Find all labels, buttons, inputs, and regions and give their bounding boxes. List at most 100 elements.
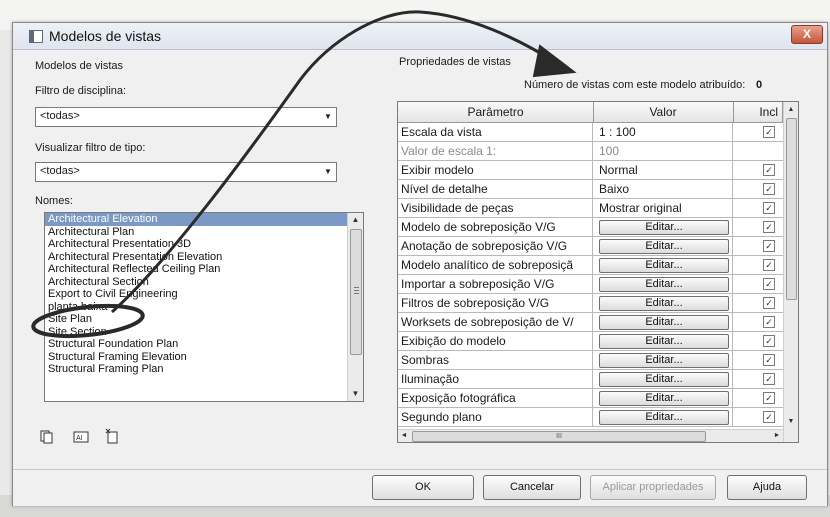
edit-button[interactable]: Editar... [599,410,729,425]
list-item[interactable]: planta baixa [45,301,363,314]
edit-button[interactable]: Editar... [599,372,729,387]
table-row: Exposição fotográfica Editar... ✓ [398,389,784,408]
include-cell: ✓ [733,351,784,369]
type-filter-label: Visualizar filtro de tipo: [35,142,146,154]
list-item[interactable]: Structural Framing Elevation [45,351,363,364]
table-hscrollbar[interactable]: ◄ III ► [398,429,783,442]
view-count-value: 0 [756,79,763,91]
scroll-down-icon[interactable]: ▼ [348,387,363,401]
table-row: Filtros de sobreposição V/G Editar... ✓ [398,294,784,313]
table-vscrollbar[interactable]: ▲ ▼ [783,102,798,442]
include-checkbox[interactable]: ✓ [763,297,775,309]
param-value[interactable]: Normal [593,161,733,179]
help-button[interactable]: Ajuda [727,475,807,500]
include-cell [733,142,784,160]
scroll-left-icon[interactable]: ◄ [398,430,410,442]
scroll-down-icon[interactable]: ▼ [784,416,798,428]
param-value[interactable]: 1 : 100 [593,123,733,141]
discipline-filter-select[interactable]: <todas> ▼ [35,107,337,127]
include-cell: ✓ [733,123,784,141]
rename-icon[interactable]: AI [73,430,89,444]
include-checkbox[interactable]: ✓ [763,354,775,366]
header-param: Parâmetro [398,102,594,122]
include-checkbox[interactable]: ✓ [763,335,775,347]
include-cell: ✓ [733,370,784,388]
include-checkbox[interactable]: ✓ [763,259,775,271]
list-item[interactable]: Architectural Elevation [45,213,363,226]
chevron-down-icon: ▼ [324,112,332,121]
table-scroll-thumb[interactable] [786,118,797,300]
include-checkbox[interactable]: ✓ [763,126,775,138]
param-value[interactable]: Baixo [593,180,733,198]
edit-button[interactable]: Editar... [599,353,729,368]
param-value: Editar... [593,275,733,293]
include-checkbox[interactable]: ✓ [763,278,775,290]
list-item[interactable]: Architectural Reflected Ceiling Plan [45,263,363,276]
list-item[interactable]: Export to Civil Engineering [45,288,363,301]
edit-button[interactable]: Editar... [599,391,729,406]
param-value[interactable]: 100 [593,142,733,160]
scroll-thumb[interactable] [350,229,362,355]
param-name: Segundo plano [398,408,593,426]
include-checkbox[interactable]: ✓ [763,202,775,214]
include-cell: ✓ [733,180,784,198]
list-item[interactable]: Structural Foundation Plan [45,338,363,351]
list-item[interactable]: Structural Framing Plan [45,363,363,376]
include-checkbox[interactable]: ✓ [763,221,775,233]
scroll-right-icon[interactable]: ► [771,430,783,442]
list-item[interactable]: Architectural Presentation 3D [45,238,363,251]
edit-button[interactable]: Editar... [599,258,729,273]
param-value: Editar... [593,370,733,388]
edit-button[interactable]: Editar... [599,296,729,311]
param-value: Editar... [593,218,733,236]
header-value: Valor [593,102,734,122]
param-value: Editar... [593,351,733,369]
delete-icon[interactable] [105,428,119,444]
table-row: Iluminação Editar... ✓ [398,370,784,389]
include-checkbox[interactable]: ✓ [763,316,775,328]
include-cell: ✓ [733,332,784,350]
dialog-title: Modelos de vistas [49,28,162,44]
param-value: Editar... [593,313,733,331]
template-names-list[interactable]: Architectural Elevation Architectural Pla… [44,212,364,402]
edit-button[interactable]: Editar... [599,315,729,330]
include-checkbox[interactable]: ✓ [763,240,775,252]
type-filter-value: <todas> [40,165,80,177]
duplicate-icon[interactable] [40,430,54,444]
table-row: Worksets de sobreposição de V/Editar... ✓ [398,313,784,332]
ok-button[interactable]: OK [372,475,474,500]
include-checkbox[interactable]: ✓ [763,183,775,195]
include-checkbox[interactable]: ✓ [763,373,775,385]
include-cell: ✓ [733,161,784,179]
table-row: Visibilidade de peças Mostrar original ✓ [398,199,784,218]
param-value[interactable]: Mostrar original [593,199,733,217]
view-count-label: Número de vistas com este modelo atribuí… [524,79,746,91]
view-properties-table: Parâmetro Valor Incl Escala da vista 1 : … [397,101,799,443]
list-item[interactable]: Site Section [45,326,363,339]
edit-button[interactable]: Editar... [599,277,729,292]
table-row: Modelo de sobreposição V/G Editar... ✓ [398,218,784,237]
edit-button[interactable]: Editar... [599,334,729,349]
include-checkbox[interactable]: ✓ [763,392,775,404]
edit-button[interactable]: Editar... [599,239,729,254]
list-item[interactable]: Architectural Presentation Elevation [45,251,363,264]
close-button[interactable]: X [791,25,823,44]
chevron-down-icon: ▼ [324,167,332,176]
list-item[interactable]: Architectural Plan [45,226,363,239]
list-item[interactable]: Site Plan [45,313,363,326]
type-filter-select[interactable]: <todas> ▼ [35,162,337,182]
include-checkbox[interactable]: ✓ [763,411,775,423]
edit-button[interactable]: Editar... [599,220,729,235]
apply-properties-button[interactable]: Aplicar propriedades [590,475,716,500]
table-row: Exibição do modelo Editar... ✓ [398,332,784,351]
param-name: Exibição do modelo [398,332,593,350]
scroll-up-icon[interactable]: ▲ [348,213,363,227]
cancel-button[interactable]: Cancelar [483,475,581,500]
param-name: Escala da vista [398,123,593,141]
list-item[interactable]: Architectural Section [45,276,363,289]
names-scrollbar[interactable]: ▲ ▼ [347,213,363,401]
discipline-filter-value: <todas> [40,110,80,122]
include-checkbox[interactable]: ✓ [763,164,775,176]
scroll-up-icon[interactable]: ▲ [784,104,798,116]
hscroll-thumb[interactable]: III [412,431,706,442]
